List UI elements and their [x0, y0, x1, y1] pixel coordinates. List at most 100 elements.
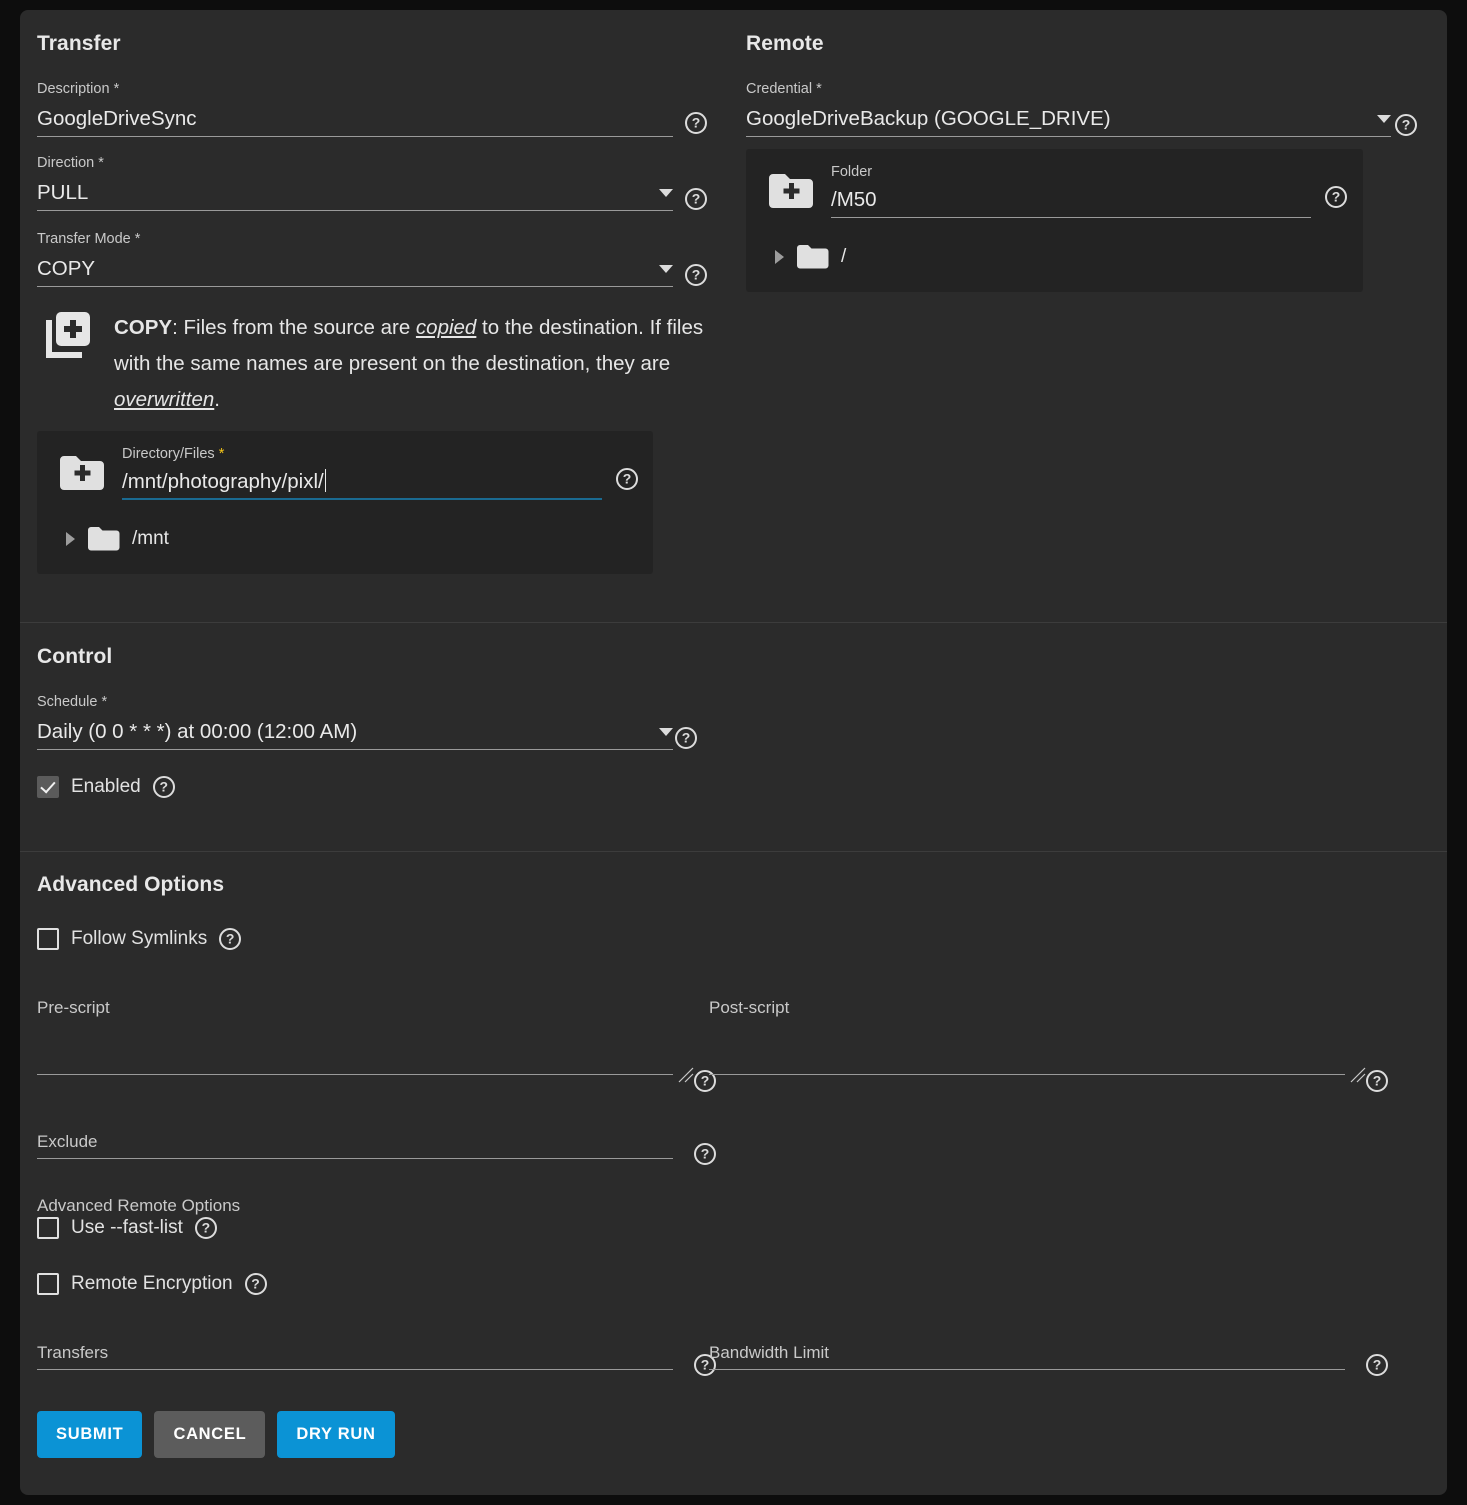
enabled-checkbox[interactable] [37, 776, 59, 798]
description-help-icon[interactable]: ? [685, 112, 707, 134]
cancel-button[interactable]: CANCEL [154, 1411, 266, 1458]
credential-field[interactable]: Credential * GoogleDriveBackup (GOOGLE_D… [746, 80, 1391, 137]
description-underline [37, 136, 673, 137]
enabled-checkbox-row[interactable]: Enabled ? [37, 776, 175, 798]
direction-chevron-down-icon[interactable] [659, 189, 673, 197]
exclude-underline [37, 1158, 673, 1159]
description-field[interactable]: Description * GoogleDriveSync [37, 80, 673, 137]
directory-files-help-icon[interactable]: ? [616, 468, 638, 490]
follow-symlinks-row[interactable]: Follow Symlinks ? [37, 928, 242, 950]
schedule-help-icon[interactable]: ? [675, 727, 697, 749]
exclude-help-icon[interactable]: ? [694, 1143, 716, 1165]
directory-picker-panel: Directory/Files * /mnt/photography/pixl/… [37, 431, 653, 574]
transfer-mode-info-part1: : Files from the source are [172, 316, 416, 339]
pre-script-underline [37, 1074, 673, 1075]
transfers-label: Transfers [37, 1343, 109, 1362]
fast-list-label: Use --fast-list [71, 1217, 183, 1238]
schedule-value[interactable]: Daily (0 0 * * *) at 00:00 (12:00 AM) [37, 717, 357, 747]
transfer-mode-field[interactable]: Transfer Mode * COPY [37, 230, 673, 287]
transfer-mode-info-em1: copied [415, 316, 477, 339]
credential-help-icon[interactable]: ? [1395, 114, 1417, 136]
transfer-mode-info-text: COPY: Files from the source are copied t… [114, 310, 724, 418]
transfer-mode-chevron-down-icon[interactable] [659, 265, 673, 273]
transfer-mode-info-keyword: COPY [114, 316, 173, 339]
credential-underline [746, 136, 1391, 137]
pre-script-field[interactable]: Pre-script [37, 998, 673, 1075]
post-script-underline [709, 1074, 1345, 1075]
exclude-field[interactable]: Exclude [37, 1132, 673, 1159]
transfer-mode-info-part3: . [214, 388, 220, 411]
description-label: Description * [37, 81, 120, 97]
pre-script-resize-handle[interactable] [678, 1067, 694, 1083]
transfers-underline [37, 1369, 673, 1370]
pre-script-label: Pre-script [37, 998, 110, 1017]
remote-encryption-help-icon[interactable]: ? [244, 1273, 267, 1295]
transfer-mode-help-icon[interactable]: ? [685, 264, 707, 286]
credential-value[interactable]: GoogleDriveBackup (GOOGLE_DRIVE) [746, 104, 1111, 134]
post-script-textarea[interactable] [709, 1018, 1345, 1074]
fast-list-row[interactable]: Use --fast-list ? [37, 1217, 217, 1239]
transfer-mode-info-em2: overwritten [114, 388, 215, 411]
post-script-label: Post-script [709, 998, 790, 1017]
transfer-mode-label: Transfer Mode * [37, 231, 141, 247]
directory-files-value[interactable]: /mnt/photography/pixl/ [122, 467, 602, 497]
direction-field[interactable]: Direction * PULL [37, 154, 673, 211]
enabled-help-icon[interactable]: ? [152, 776, 175, 798]
remote-tree-item-root[interactable]: / [746, 244, 1363, 270]
bandwidth-limit-label: Bandwidth Limit [709, 1343, 830, 1362]
folder-add-icon[interactable] [767, 172, 813, 210]
dry-run-button[interactable]: DRY RUN [277, 1411, 395, 1458]
direction-underline [37, 210, 673, 211]
post-script-help-icon[interactable]: ? [1366, 1070, 1388, 1092]
exclude-label: Exclude [37, 1132, 98, 1151]
schedule-label: Schedule * [37, 694, 108, 710]
remote-folder-underline [831, 217, 1311, 218]
app-root: Transfer Description * GoogleDriveSync ?… [0, 0, 1467, 1505]
text-caret [324, 469, 326, 492]
transfers-field[interactable]: Transfers [37, 1343, 673, 1370]
fast-list-checkbox[interactable] [37, 1217, 59, 1239]
direction-help-icon[interactable]: ? [685, 188, 707, 210]
remote-folder-help-icon[interactable]: ? [1325, 186, 1347, 208]
remote-encryption-label: Remote Encryption [71, 1273, 233, 1294]
direction-value[interactable]: PULL [37, 178, 88, 208]
post-script-resize-handle[interactable] [1350, 1067, 1366, 1083]
transfer-mode-value[interactable]: COPY [37, 254, 95, 284]
bandwidth-limit-field[interactable]: Bandwidth Limit [709, 1343, 1345, 1370]
directory-tree-item-mnt[interactable]: /mnt [37, 526, 653, 552]
schedule-field[interactable]: Schedule * Daily (0 0 * * *) at 00:00 (1… [37, 693, 673, 750]
bandwidth-limit-help-icon[interactable]: ? [1366, 1354, 1388, 1376]
section-divider-advanced [20, 851, 1447, 852]
directory-files-field[interactable]: Directory/Files * /mnt/photography/pixl/ [122, 445, 602, 500]
remote-encryption-row[interactable]: Remote Encryption ? [37, 1273, 267, 1295]
direction-label: Direction * [37, 155, 104, 171]
transfer-section-title: Transfer [37, 32, 121, 55]
description-value[interactable]: GoogleDriveSync [37, 104, 673, 134]
bandwidth-limit-underline [709, 1369, 1345, 1370]
folder-add-icon[interactable] [58, 454, 104, 492]
fast-list-help-icon[interactable]: ? [194, 1217, 217, 1239]
pre-script-textarea[interactable] [37, 1018, 673, 1074]
directory-files-underline [122, 498, 602, 500]
transfer-mode-info: COPY: Files from the source are copied t… [44, 310, 724, 418]
tree-expand-caret-icon[interactable] [66, 532, 75, 546]
control-section-title: Control [37, 645, 113, 668]
transfer-form-card: Transfer Description * GoogleDriveSync ?… [20, 10, 1447, 1495]
directory-files-label: Directory/Files * [122, 446, 225, 462]
remote-section-title: Remote [746, 32, 824, 55]
section-divider-control [20, 622, 1447, 623]
credential-label: Credential * [746, 81, 822, 97]
post-script-field[interactable]: Post-script [709, 998, 1345, 1075]
schedule-chevron-down-icon[interactable] [659, 728, 673, 736]
submit-button[interactable]: SUBMIT [37, 1411, 143, 1458]
follow-symlinks-checkbox[interactable] [37, 928, 59, 950]
remote-folder-field[interactable]: Folder /M50 [831, 163, 1311, 218]
tree-expand-caret-icon[interactable] [775, 250, 784, 264]
remote-folder-label: Folder [831, 164, 873, 180]
remote-encryption-checkbox[interactable] [37, 1273, 59, 1295]
enabled-label: Enabled [71, 776, 141, 797]
remote-folder-value[interactable]: /M50 [831, 185, 1311, 215]
credential-chevron-down-icon[interactable] [1377, 115, 1391, 123]
follow-symlinks-help-icon[interactable]: ? [219, 928, 242, 950]
advanced-options-title: Advanced Options [37, 873, 225, 896]
